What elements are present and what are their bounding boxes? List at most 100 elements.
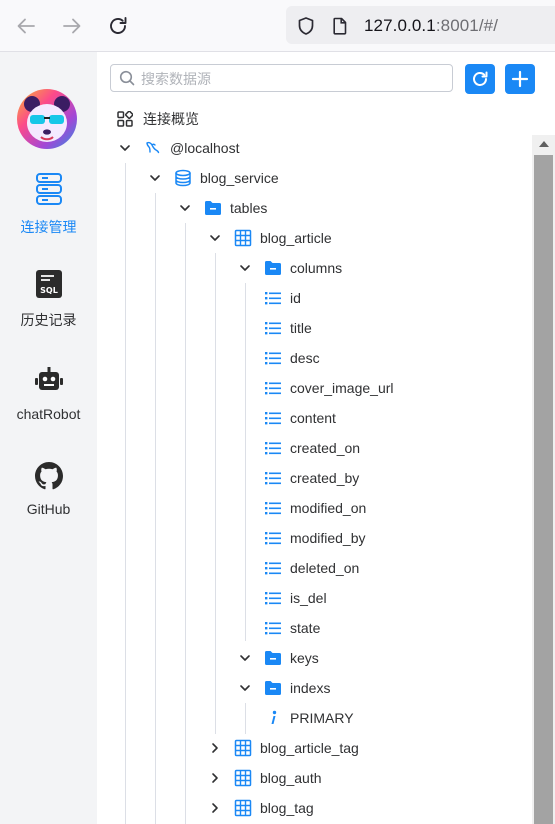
tree-node-column[interactable]: state bbox=[264, 613, 320, 643]
column-list-icon bbox=[264, 529, 282, 547]
tree-node-column[interactable]: deleted_on bbox=[264, 553, 359, 583]
tree-node-column[interactable]: cover_image_url bbox=[264, 373, 394, 403]
add-connection-button[interactable] bbox=[505, 64, 535, 94]
url-host: 127.0.0.1 bbox=[364, 16, 436, 35]
search-input[interactable] bbox=[139, 68, 443, 90]
chevron-down-icon[interactable] bbox=[118, 141, 132, 155]
tree-node-column[interactable]: id bbox=[264, 283, 301, 313]
folder-label: indexs bbox=[290, 680, 331, 696]
tree-node-column[interactable]: title bbox=[264, 313, 312, 343]
refresh-icon bbox=[473, 71, 488, 86]
table-label: blog_article_tag bbox=[260, 740, 359, 756]
folder-label: tables bbox=[230, 200, 268, 216]
scroll-up-arrow[interactable] bbox=[532, 135, 555, 153]
chevron-down-icon[interactable] bbox=[148, 171, 162, 185]
refresh-button[interactable] bbox=[465, 64, 495, 94]
page-icon[interactable] bbox=[330, 16, 350, 41]
column-list-icon bbox=[264, 349, 282, 367]
connection-label: @localhost bbox=[170, 140, 240, 156]
chevron-right-icon[interactable] bbox=[208, 801, 222, 815]
column-label: cover_image_url bbox=[290, 380, 394, 396]
svg-text:SQL: SQL bbox=[40, 286, 58, 295]
column-label: created_by bbox=[290, 470, 360, 486]
tree-scrollbar[interactable] bbox=[532, 135, 555, 824]
column-list-icon bbox=[264, 439, 282, 457]
column-list-icon bbox=[264, 379, 282, 397]
column-list-icon bbox=[264, 409, 282, 427]
tree-node-column[interactable]: modified_on bbox=[264, 493, 366, 523]
connection-overview-link[interactable]: 连接概览 bbox=[117, 108, 199, 130]
chevron-down-icon[interactable] bbox=[238, 261, 252, 275]
sidebar-item-label: 连接管理 bbox=[20, 219, 77, 235]
tree-node-index[interactable]: PRIMARY bbox=[264, 703, 354, 733]
avatar[interactable] bbox=[17, 89, 77, 149]
robot-icon bbox=[34, 367, 63, 390]
column-label: title bbox=[290, 320, 312, 336]
tree-node-column[interactable]: created_on bbox=[264, 433, 360, 463]
arrow-right-icon bbox=[63, 18, 81, 34]
sidebar-item-github[interactable]: GitHub bbox=[0, 462, 97, 517]
tree-node-column[interactable]: is_del bbox=[264, 583, 327, 613]
indent-guide bbox=[245, 283, 246, 641]
column-label: state bbox=[290, 620, 321, 636]
scrollbar-thumb[interactable] bbox=[534, 155, 553, 824]
tree-node-connection[interactable]: @localhost bbox=[118, 133, 239, 163]
column-label: created_on bbox=[290, 440, 361, 456]
column-list-icon bbox=[264, 319, 282, 337]
indent-guide bbox=[155, 193, 156, 824]
grid-apps-icon bbox=[117, 111, 133, 127]
folder-open-icon bbox=[204, 199, 222, 217]
tree-node-table[interactable]: blog_article bbox=[208, 223, 332, 253]
forward-button[interactable] bbox=[59, 13, 85, 39]
tree-node-column[interactable]: modified_by bbox=[264, 523, 366, 553]
sidebar: 连接管理 SQL 历史记录 chatRobot GitHub bbox=[0, 52, 97, 824]
table-label: blog_article bbox=[260, 230, 332, 246]
tree-node-table[interactable]: blog_article_tag bbox=[208, 733, 359, 763]
indent-guide bbox=[245, 703, 246, 734]
triangle-up-icon bbox=[538, 141, 549, 147]
column-label: modified_by bbox=[290, 530, 366, 546]
browser-toolbar: 127.0.0.1:8001/#/ bbox=[0, 0, 555, 52]
table-icon bbox=[234, 739, 252, 757]
chevron-right-icon[interactable] bbox=[208, 741, 222, 755]
tree-node-tables-folder[interactable]: tables bbox=[178, 193, 267, 223]
table-label: blog_auth bbox=[260, 770, 322, 786]
column-list-icon bbox=[264, 499, 282, 517]
tree-node-table[interactable]: blog_auth bbox=[208, 763, 322, 793]
indent-guide bbox=[125, 163, 126, 824]
column-label: deleted_on bbox=[290, 560, 360, 576]
folder-open-icon bbox=[264, 649, 282, 667]
github-icon bbox=[34, 462, 63, 490]
table-icon bbox=[234, 769, 252, 787]
tree-node-database[interactable]: blog_service bbox=[148, 163, 279, 193]
sidebar-item-history[interactable]: SQL 历史记录 bbox=[0, 269, 97, 330]
tree-node-indexs-folder[interactable]: indexs bbox=[238, 673, 330, 703]
arrow-left-icon bbox=[17, 18, 35, 34]
chevron-down-icon[interactable] bbox=[238, 681, 252, 695]
database-server-icon bbox=[35, 173, 62, 205]
tree-node-columns-folder[interactable]: columns bbox=[238, 253, 342, 283]
shield-icon[interactable] bbox=[296, 16, 316, 41]
chevron-right-icon[interactable] bbox=[208, 771, 222, 785]
search-box[interactable] bbox=[110, 64, 453, 92]
chevron-down-icon[interactable] bbox=[238, 651, 252, 665]
address-bar[interactable]: 127.0.0.1:8001/#/ bbox=[286, 6, 555, 44]
reload-button[interactable] bbox=[105, 13, 131, 39]
back-button[interactable] bbox=[13, 13, 39, 39]
reload-icon bbox=[110, 17, 127, 34]
indent-guide bbox=[215, 253, 216, 734]
tree-node-column[interactable]: desc bbox=[264, 343, 320, 373]
sql-history-icon: SQL bbox=[35, 270, 62, 298]
plus-icon bbox=[511, 70, 529, 88]
database-icon bbox=[174, 169, 192, 187]
tree-node-column[interactable]: created_by bbox=[264, 463, 359, 493]
tree-node-keys-folder[interactable]: keys bbox=[238, 643, 319, 673]
tree-node-column[interactable]: content bbox=[264, 403, 336, 433]
column-list-icon bbox=[264, 619, 282, 637]
column-label: id bbox=[290, 290, 301, 306]
sidebar-item-chatrobot[interactable]: chatRobot bbox=[0, 367, 97, 422]
tree-node-table[interactable]: blog_tag bbox=[208, 793, 314, 823]
chevron-down-icon[interactable] bbox=[178, 201, 192, 215]
chevron-down-icon[interactable] bbox=[208, 231, 222, 245]
sidebar-item-connections[interactable]: 连接管理 bbox=[0, 172, 97, 237]
